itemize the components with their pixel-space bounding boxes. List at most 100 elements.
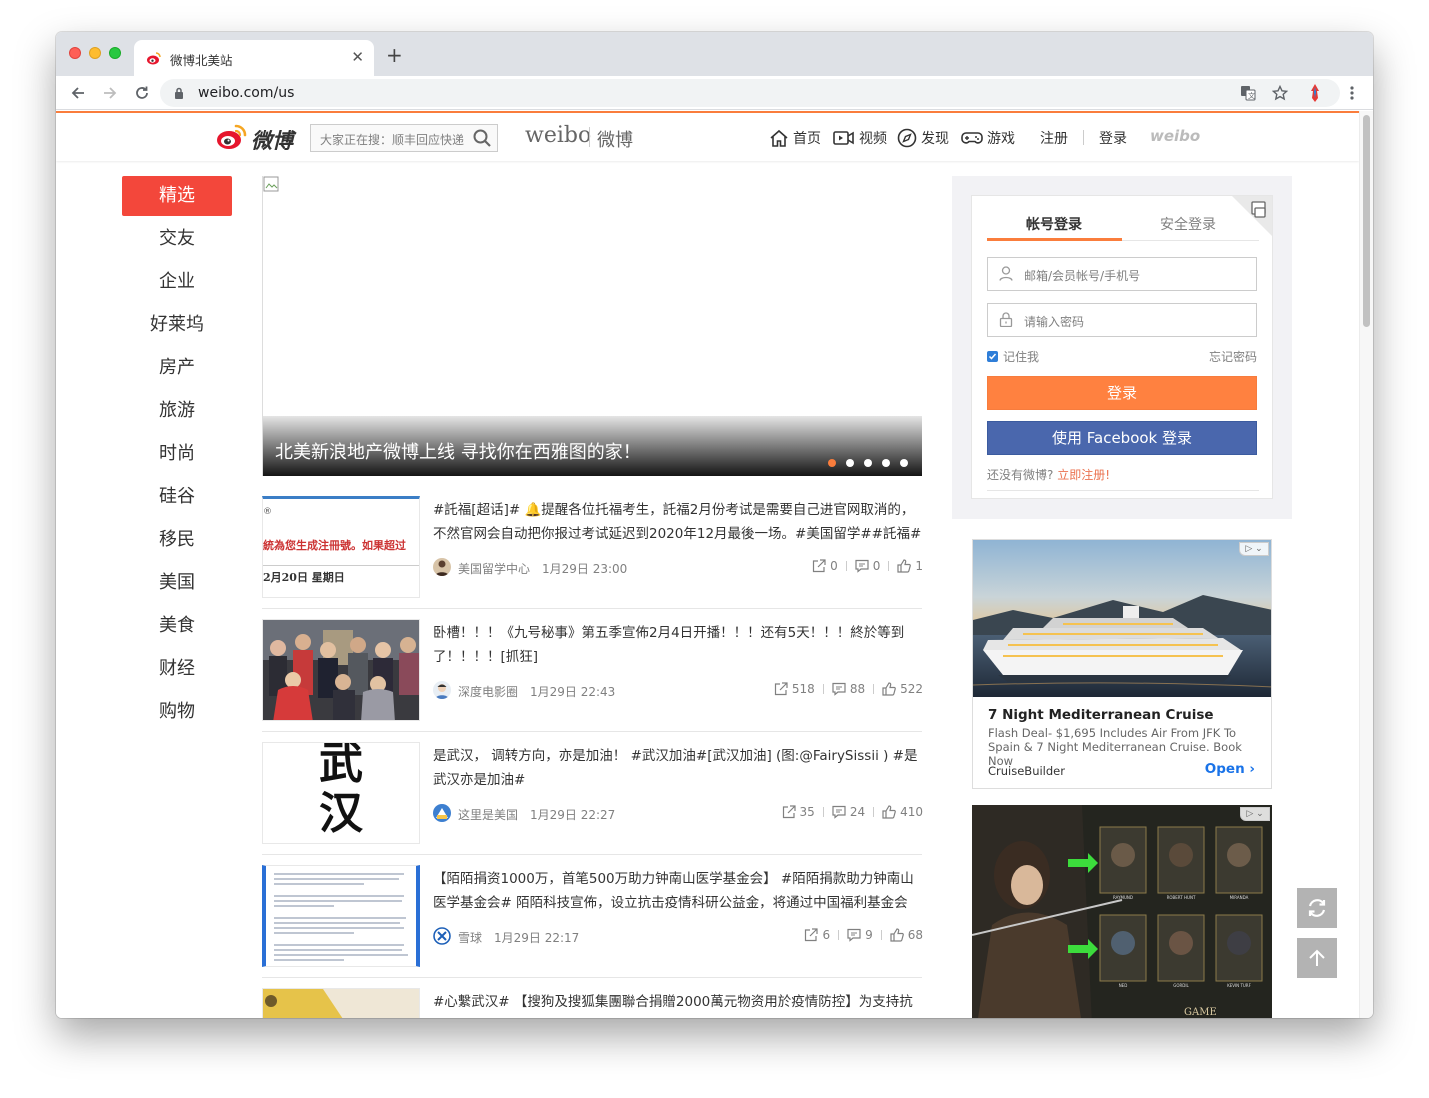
feed-item[interactable]: 【陌陌捐资1000万，首笔500万助力钟南山医学基金会】 #陌陌捐款助力钟南山医… — [262, 855, 923, 978]
feed-item[interactable]: #心繫武汉# 【搜狗及搜狐集團聯合捐贈2000萬元物资用於疫情防控】为支持抗 — [262, 978, 922, 1018]
category-item[interactable]: 房产 — [122, 348, 232, 388]
remember-me[interactable]: 记住我 — [987, 348, 1039, 365]
carousel-dot[interactable] — [900, 459, 908, 467]
minimize-window-button[interactable] — [89, 47, 101, 59]
category-item[interactable]: 购物 — [122, 692, 232, 732]
menu-icon[interactable] — [1340, 81, 1364, 105]
category-item[interactable]: 旅游 — [122, 391, 232, 431]
login-link[interactable]: 登录 — [1099, 128, 1127, 148]
carousel-dot[interactable] — [846, 459, 854, 467]
cruise-ad[interactable]: ▷ ⌄ 7 Night Mediterranean Cruise Flash D… — [972, 539, 1272, 789]
remember-checkbox[interactable] — [987, 351, 998, 362]
carousel-dot[interactable] — [864, 459, 872, 467]
author-name[interactable]: 深度电影圈 — [458, 683, 518, 700]
forward-icon[interactable] — [98, 81, 122, 105]
comment-stat[interactable]: 88 — [832, 682, 865, 696]
forgot-password-link[interactable]: 忘记密码 — [1209, 348, 1257, 365]
ad-open-button[interactable]: Open › — [1205, 761, 1255, 777]
category-item[interactable]: 交友 — [122, 219, 232, 259]
like-stat[interactable]: 522 — [882, 682, 923, 696]
avatar[interactable] — [433, 804, 451, 822]
feed-text[interactable]: 是武汉， 调转方向，亦是加油！ #武汉加油#[武汉加油] (图:@FairySi… — [433, 744, 923, 792]
game-ad[interactable]: GAME RAYMUND ROBERT HUNT MIRANDA NED GOR… — [972, 805, 1272, 1018]
new-tab-button[interactable]: + — [386, 43, 403, 67]
tab-secure-login[interactable]: 安全登录 — [1160, 214, 1216, 234]
like-stat[interactable]: 68 — [890, 928, 923, 942]
category-item[interactable]: 财经 — [122, 649, 232, 689]
facebook-login-button[interactable]: 使用 Facebook 登录 — [987, 421, 1257, 455]
register-link[interactable]: 注册 — [1040, 128, 1068, 148]
star-icon[interactable] — [1272, 85, 1288, 101]
feed-text[interactable]: #心繫武汉# 【搜狗及搜狐集團聯合捐贈2000萬元物资用於疫情防控】为支持抗 — [433, 990, 923, 1014]
feed-item[interactable]: ® 統為您生成注冊號。如果超过 2月20日 星期日 #託福[超话]# 🔔提醒各位… — [262, 486, 923, 609]
like-stat[interactable]: 1 — [897, 559, 923, 573]
author-name[interactable]: 美国留学中心 — [458, 560, 530, 577]
password-field[interactable]: 请输入密码 — [987, 303, 1257, 337]
featured-carousel[interactable]: 北美新浪地产微博上线 寻找你在西雅图的家！ — [262, 176, 922, 476]
feed-thumbnail[interactable]: 武汉 — [262, 742, 420, 844]
extension-icon[interactable] — [1308, 83, 1322, 103]
back-icon[interactable] — [66, 81, 90, 105]
nav-video[interactable]: 视频 — [833, 128, 887, 148]
category-item[interactable]: 精选 — [122, 176, 232, 216]
username-field[interactable]: 邮箱/会员帐号/手机号 — [987, 257, 1257, 291]
category-item[interactable]: 时尚 — [122, 434, 232, 474]
category-item[interactable]: 硅谷 — [122, 477, 232, 517]
translate-icon[interactable]: 文 — [1240, 85, 1256, 101]
register-now-link[interactable]: 立即注册! — [1057, 468, 1110, 482]
feed-text[interactable]: #託福[超话]# 🔔提醒各位托福考生，託福2月份考试是需要自己进官网取消的，不然… — [433, 498, 923, 546]
avatar[interactable] — [433, 558, 451, 576]
tab-account-login[interactable]: 帐号登录 — [1026, 214, 1082, 234]
ad-choices-icon[interactable]: ▷ ⌄ — [1240, 807, 1270, 821]
weibo-logo-icon[interactable] — [216, 123, 248, 151]
carousel-dot[interactable] — [882, 459, 890, 467]
avatar[interactable] — [433, 681, 451, 699]
ad-choices-icon[interactable]: ▷ ⌄ — [1239, 542, 1269, 556]
nav-discover[interactable]: 发现 — [897, 128, 949, 148]
nav-games[interactable]: 游戏 — [961, 128, 1015, 148]
page-scrollbar[interactable] — [1359, 111, 1373, 1018]
login-button[interactable]: 登录 — [987, 376, 1257, 410]
back-to-top-button[interactable] — [1297, 938, 1337, 978]
author-name[interactable]: 这里是美国 — [458, 806, 518, 823]
ad-title[interactable]: 7 Night Mediterranean Cruise — [988, 707, 1214, 723]
feed-thumbnail[interactable] — [262, 988, 420, 1018]
qr-login-icon[interactable] — [1232, 196, 1272, 236]
feed-text[interactable]: 卧槽！！！《九号秘事》第五季宣佈2月4日开播！！！还有5天！！！終於等到了！！！… — [433, 621, 923, 669]
feed-thumbnail[interactable] — [262, 865, 420, 967]
maximize-window-button[interactable] — [109, 47, 121, 59]
category-item[interactable]: 美国 — [122, 563, 232, 603]
category-item[interactable]: 美食 — [122, 606, 232, 646]
feed-item[interactable]: 武汉 是武汉， 调转方向，亦是加油！ #武汉加油#[武汉加油] (图:@Fair… — [262, 732, 923, 855]
nav-home[interactable]: 首页 — [769, 128, 821, 148]
category-item[interactable]: 企业 — [122, 262, 232, 302]
close-window-button[interactable] — [69, 47, 81, 59]
search-box[interactable]: 大家正在搜：顺丰回应快递 — [310, 124, 498, 152]
repost-stat[interactable]: 6 — [804, 928, 830, 942]
reload-icon[interactable] — [130, 81, 154, 105]
close-tab-icon[interactable]: ✕ — [351, 48, 364, 66]
like-stat[interactable]: 410 — [882, 805, 923, 819]
category-item[interactable]: 移民 — [122, 520, 232, 560]
carousel-dot[interactable] — [828, 459, 836, 467]
carousel-caption[interactable]: 北美新浪地产微博上线 寻找你在西雅图的家！ — [275, 438, 641, 464]
scrollbar-thumb[interactable] — [1363, 115, 1370, 327]
avatar[interactable] — [433, 927, 451, 945]
repost-stat[interactable]: 518 — [774, 682, 815, 696]
author-name[interactable]: 雪球 — [458, 929, 482, 946]
comment-stat[interactable]: 0 — [855, 559, 880, 573]
repost-stat[interactable]: 35 — [782, 805, 815, 819]
comment-stat[interactable]: 9 — [847, 928, 873, 942]
address-bar[interactable]: weibo.com/us 文 — [160, 79, 1340, 107]
comment-stat[interactable]: 24 — [832, 805, 865, 819]
logo-text[interactable]: 微博 — [251, 125, 293, 155]
feed-text[interactable]: 【陌陌捐资1000万，首笔500万助力钟南山医学基金会】 #陌陌捐款助力钟南山医… — [433, 867, 923, 915]
feed-thumbnail[interactable] — [262, 619, 420, 721]
category-item[interactable]: 好莱坞 — [122, 305, 232, 345]
search-input[interactable]: 大家正在搜：顺丰回应快递 — [320, 131, 468, 148]
feed-item[interactable]: 卧槽！！！《九号秘事》第五季宣佈2月4日开播！！！还有5天！！！終於等到了！！！… — [262, 609, 923, 732]
repost-stat[interactable]: 0 — [812, 559, 838, 573]
search-icon[interactable] — [473, 129, 491, 147]
feed-thumbnail[interactable]: ® 統為您生成注冊號。如果超过 2月20日 星期日 — [262, 496, 420, 598]
browser-tab[interactable]: 微博北美站 ✕ — [134, 40, 374, 76]
